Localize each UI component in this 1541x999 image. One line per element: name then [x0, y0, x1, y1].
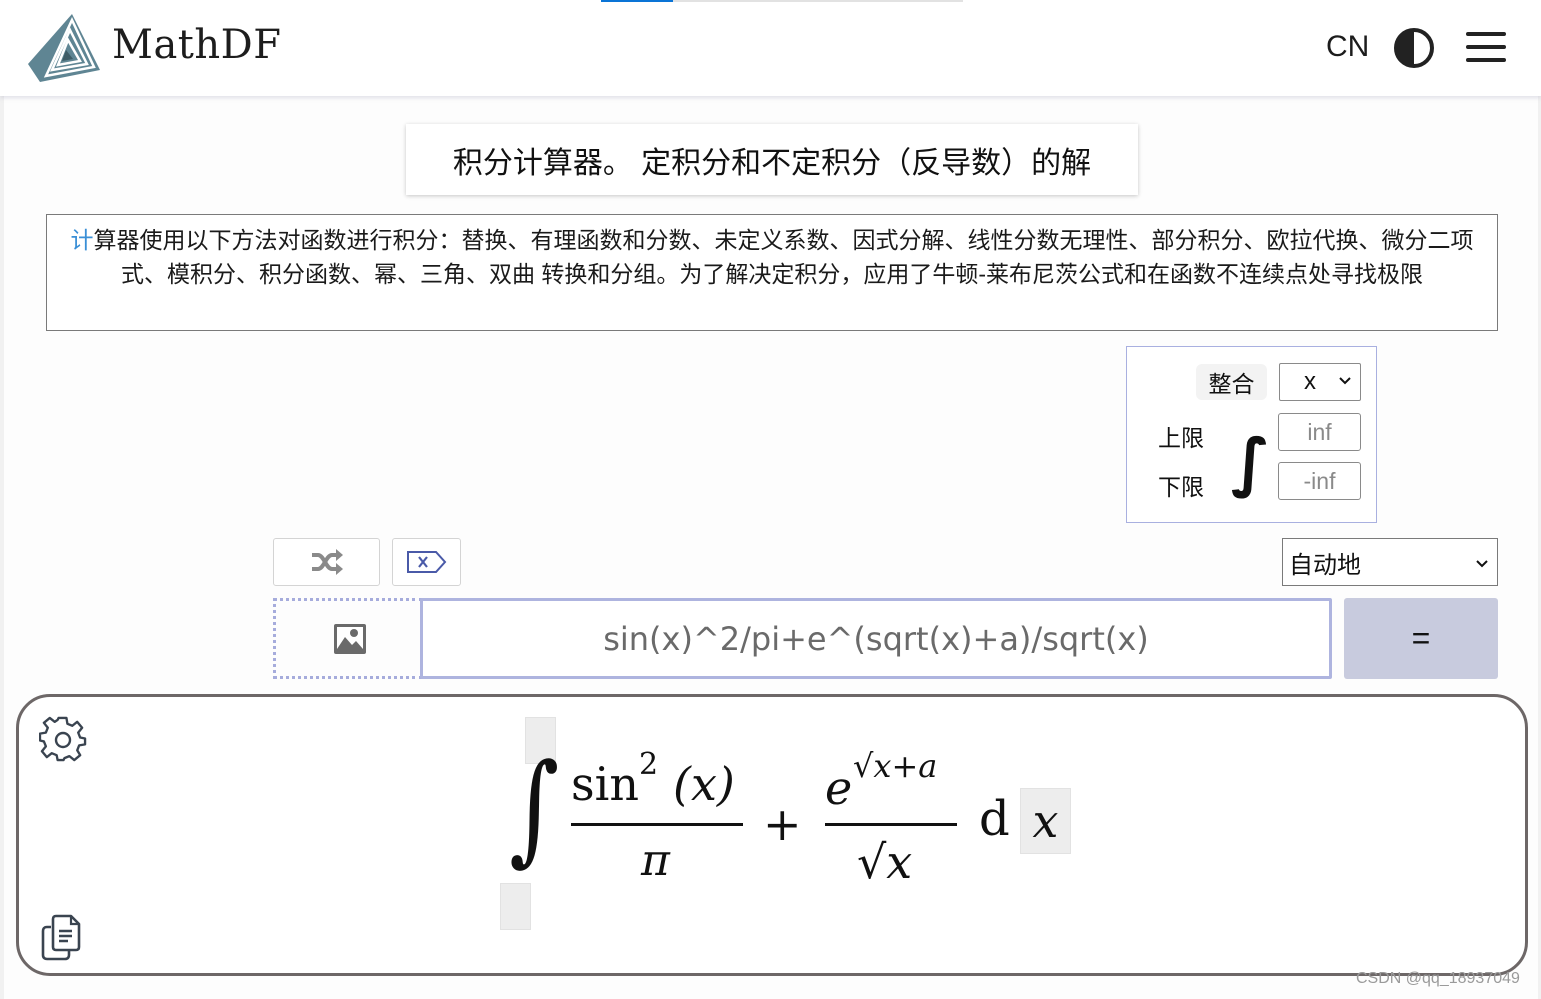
page-load-progress-fill [601, 0, 674, 2]
integration-settings: 整合 x 上限 下限 ∫ [1126, 346, 1377, 523]
copy-document-icon[interactable] [39, 913, 87, 963]
brand-name[interactable]: MathDF [112, 22, 281, 68]
lower-limit-placeholder[interactable] [500, 883, 531, 930]
term2-base: e [825, 761, 853, 815]
term2-denominator: √x [857, 835, 913, 889]
integration-variable: x [1032, 794, 1059, 848]
mathdf-logo-icon[interactable] [28, 12, 102, 84]
page-left-edge [0, 96, 4, 999]
term2-fraction-bar [825, 823, 957, 826]
menu-bar [1466, 32, 1506, 36]
half-circle-contrast-icon[interactable] [1393, 27, 1435, 69]
watermark: CSDN @qq_18937049 [1356, 970, 1520, 987]
description-text: 算器使用以下方法对函数进行积分：替换、有理函数和分数、未定义系数、因式分解、线性… [93, 227, 1474, 287]
random-example-button[interactable] [273, 538, 380, 586]
result-formula: ∫ sin 2 (x) π + e √x+a √x d x [19, 697, 1525, 973]
hamburger-menu-icon[interactable] [1465, 32, 1507, 64]
calculate-button[interactable]: = [1344, 598, 1498, 679]
shuffle-random-icon [311, 549, 343, 575]
integrate-label: 整合 [1196, 364, 1267, 400]
description-first-char: 计 [70, 227, 94, 253]
clear-input-button[interactable] [392, 538, 461, 586]
image-icon [333, 623, 366, 654]
menu-bar [1466, 58, 1506, 62]
term2-exponent: √x+a [853, 747, 938, 785]
integral-sign: ∫ [509, 739, 560, 878]
solve-mode-value: 自动地 [1289, 551, 1361, 579]
chevron-down-icon [1476, 560, 1488, 568]
expression-input[interactable] [420, 598, 1332, 679]
differential-d: d [979, 791, 1010, 847]
menu-bar [1466, 45, 1506, 49]
plus-operator: + [763, 797, 802, 851]
backspace-clear-icon [406, 551, 446, 573]
integration-variable-box[interactable]: x [1020, 788, 1071, 854]
integral-symbol-icon: ∫ [1231, 426, 1271, 500]
page-load-progress [601, 0, 963, 2]
page-title: 积分计算器。 定积分和不定积分（反导数）的解 [406, 124, 1138, 195]
result-panel: ∫ sin 2 (x) π + e √x+a √x d x [16, 694, 1528, 976]
solve-mode-select[interactable]: 自动地 [1282, 538, 1498, 586]
term1-argument: (x) [673, 757, 735, 811]
variable-select[interactable]: x [1279, 363, 1361, 401]
term1-denominator: π [641, 835, 670, 886]
variable-select-value: x [1304, 368, 1316, 395]
image-upload-area[interactable] [273, 598, 423, 679]
term1-function: sin [571, 757, 639, 811]
lower-limit-input[interactable] [1278, 462, 1361, 500]
upper-limit-label: 上限 [1158, 425, 1204, 451]
chevron-down-icon [1339, 377, 1351, 385]
upper-limit-input[interactable] [1278, 413, 1361, 451]
header: MathDF CN [0, 0, 1541, 96]
page-title-text: 积分计算器。 定积分和不定积分（反导数）的解 [452, 146, 1092, 180]
language-button[interactable]: CN [1326, 30, 1369, 64]
term1-fraction-bar [571, 823, 743, 826]
term1-power: 2 [639, 747, 659, 782]
lower-limit-label: 下限 [1158, 474, 1204, 500]
calculator-description: 计算器使用以下方法对函数进行积分：替换、有理函数和分数、未定义系数、因式分解、线… [46, 214, 1498, 331]
